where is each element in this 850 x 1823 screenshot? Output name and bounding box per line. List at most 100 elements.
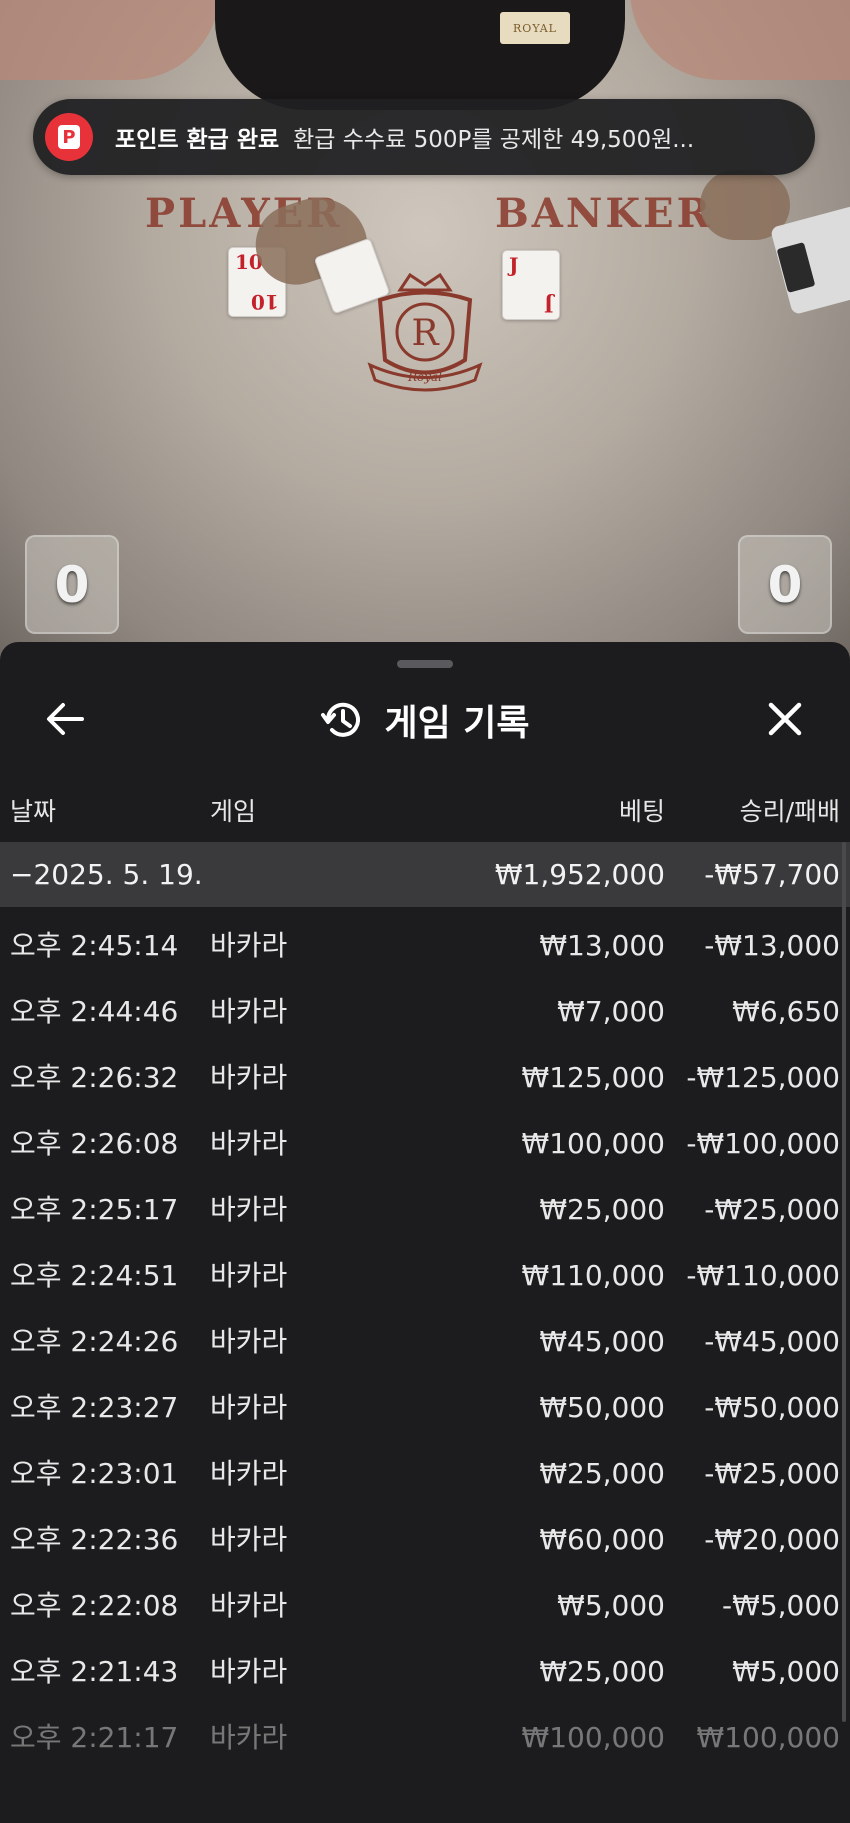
summary-bet-total: ₩1,952,000: [494, 858, 665, 891]
row-game: 바카라: [210, 1655, 288, 1688]
date-group-summary-row[interactable]: −2025. 5. 19. ₩1,952,000 -₩57,700: [0, 842, 850, 907]
column-header-date[interactable]: 날짜: [10, 782, 56, 842]
row-game: 바카라: [210, 1259, 288, 1292]
row-game: 바카라: [210, 1127, 288, 1160]
row-bet: ₩13,000: [539, 929, 665, 962]
row-bet: ₩25,000: [539, 1457, 665, 1490]
sheet-drag-handle[interactable]: [397, 660, 453, 668]
summary-date: −2025. 5. 19.: [10, 858, 203, 891]
point-p-glyph: P: [58, 125, 80, 149]
table-row[interactable]: 오후 2:26:08 바카라 ₩100,000 -₩100,000: [0, 1111, 850, 1177]
card-rank-inverted: 10: [251, 290, 279, 314]
row-game: 바카라: [210, 1589, 288, 1622]
refund-toast[interactable]: P 포인트 환급 완료 환급 수수료 500P를 공제한 49,500원...: [33, 99, 815, 175]
card-rank-inverted: J: [543, 293, 553, 317]
dealer-name-badge: ROYAL: [500, 12, 570, 44]
table-row[interactable]: 오후 2:45:14 바카라 ₩13,000 -₩13,000: [0, 913, 850, 979]
row-time: 오후 2:22:08: [10, 1589, 179, 1622]
row-result: -₩50,000: [704, 1391, 840, 1424]
row-bet: ₩100,000: [521, 1721, 665, 1754]
row-time: 오후 2:24:26: [10, 1325, 179, 1358]
row-result: -₩110,000: [686, 1259, 840, 1292]
table-row[interactable]: 오후 2:21:17 바카라 ₩100,000 ₩100,000: [0, 1705, 850, 1771]
row-time: 오후 2:23:01: [10, 1457, 179, 1490]
row-game: 바카라: [210, 995, 288, 1028]
table-row[interactable]: 오후 2:26:32 바카라 ₩125,000 -₩125,000: [0, 1045, 850, 1111]
table-row[interactable]: 오후 2:23:27 바카라 ₩50,000 -₩50,000: [0, 1375, 850, 1441]
banker-zone-label: BANKER: [495, 190, 713, 237]
row-result: -₩20,000: [704, 1523, 840, 1556]
scrollbar[interactable]: [842, 842, 846, 1722]
table-header: 날짜 게임 베팅 승리/패배: [0, 782, 850, 842]
row-time: 오후 2:26:08: [10, 1127, 179, 1160]
emblem-letter: R: [411, 313, 439, 354]
row-result: -₩5,000: [722, 1589, 840, 1622]
row-bet: ₩45,000: [539, 1325, 665, 1358]
table-row[interactable]: 오후 2:22:08 바카라 ₩5,000 -₩5,000: [0, 1573, 850, 1639]
row-time: 오후 2:44:46: [10, 995, 179, 1028]
emblem-text: Royal: [407, 370, 442, 384]
row-result: ₩100,000: [696, 1721, 840, 1754]
row-game: 바카라: [210, 1721, 288, 1754]
close-icon: [768, 702, 802, 736]
summary-result-total: -₩57,700: [704, 858, 840, 891]
banker-card-1: J J: [502, 250, 560, 320]
back-button[interactable]: [38, 692, 92, 746]
row-bet: ₩60,000: [539, 1523, 665, 1556]
row-bet: ₩100,000: [521, 1127, 665, 1160]
row-result: -₩13,000: [704, 929, 840, 962]
history-list: 오후 2:45:14 바카라 ₩13,000 -₩13,000 오후 2:44:…: [0, 913, 850, 1771]
history-icon: [321, 702, 361, 737]
row-game: 바카라: [210, 1325, 288, 1358]
royal-logo: R Royal: [367, 272, 483, 392]
table-cushion-left: [0, 0, 220, 80]
player-score: 0: [25, 535, 119, 634]
row-game: 바카라: [210, 1193, 288, 1226]
row-bet: ₩7,000: [557, 995, 665, 1028]
close-button[interactable]: [758, 692, 812, 746]
row-result: -₩25,000: [704, 1193, 840, 1226]
table-row[interactable]: 오후 2:22:36 바카라 ₩60,000 -₩20,000: [0, 1507, 850, 1573]
sheet-title: 게임 기록: [384, 703, 530, 744]
row-game: 바카라: [210, 1523, 288, 1556]
row-time: 오후 2:26:32: [10, 1061, 179, 1094]
row-time: 오후 2:21:17: [10, 1721, 179, 1754]
row-game: 바카라: [210, 1061, 288, 1094]
row-result: -₩45,000: [704, 1325, 840, 1358]
column-header-result[interactable]: 승리/패배: [740, 782, 840, 842]
point-p-icon: P: [45, 113, 93, 161]
table-row[interactable]: 오후 2:44:46 바카라 ₩7,000 ₩6,650: [0, 979, 850, 1045]
banker-score: 0: [738, 535, 832, 634]
row-bet: ₩25,000: [539, 1655, 665, 1688]
table-row[interactable]: 오후 2:24:26 바카라 ₩45,000 -₩45,000: [0, 1309, 850, 1375]
row-bet: ₩50,000: [539, 1391, 665, 1424]
row-result: ₩6,650: [732, 995, 840, 1028]
row-time: 오후 2:45:14: [10, 929, 179, 962]
row-time: 오후 2:23:27: [10, 1391, 179, 1424]
row-game: 바카라: [210, 1391, 288, 1424]
row-bet: ₩110,000: [521, 1259, 665, 1292]
table-cushion-right: [630, 0, 850, 80]
table-row[interactable]: 오후 2:25:17 바카라 ₩25,000 -₩25,000: [0, 1177, 850, 1243]
arrow-left-icon: [47, 703, 84, 735]
column-header-bet[interactable]: 베팅: [619, 782, 665, 842]
row-game: 바카라: [210, 1457, 288, 1490]
row-result: -₩25,000: [704, 1457, 840, 1490]
table-row[interactable]: 오후 2:24:51 바카라 ₩110,000 -₩110,000: [0, 1243, 850, 1309]
column-header-game[interactable]: 게임: [210, 782, 256, 842]
row-time: 오후 2:25:17: [10, 1193, 179, 1226]
table-row[interactable]: 오후 2:21:43 바카라 ₩25,000 ₩5,000: [0, 1639, 850, 1705]
row-result: ₩5,000: [732, 1655, 840, 1688]
game-history-sheet: 게임 기록 날짜 게임 베팅 승리/패배 −2025. 5. 19. ₩1,95…: [0, 642, 850, 1823]
toast-message: 환급 수수료 500P를 공제한 49,500원...: [293, 127, 695, 153]
toast-title: 포인트 환급 완료: [115, 127, 280, 153]
row-bet: ₩5,000: [557, 1589, 665, 1622]
row-time: 오후 2:21:43: [10, 1655, 179, 1688]
row-bet: ₩25,000: [539, 1193, 665, 1226]
table-row[interactable]: 오후 2:23:01 바카라 ₩25,000 -₩25,000: [0, 1441, 850, 1507]
row-time: 오후 2:24:51: [10, 1259, 179, 1292]
row-bet: ₩125,000: [521, 1061, 665, 1094]
row-time: 오후 2:22:36: [10, 1523, 179, 1556]
sheet-header: 게임 기록: [0, 690, 850, 750]
card-rank: J: [509, 253, 519, 277]
